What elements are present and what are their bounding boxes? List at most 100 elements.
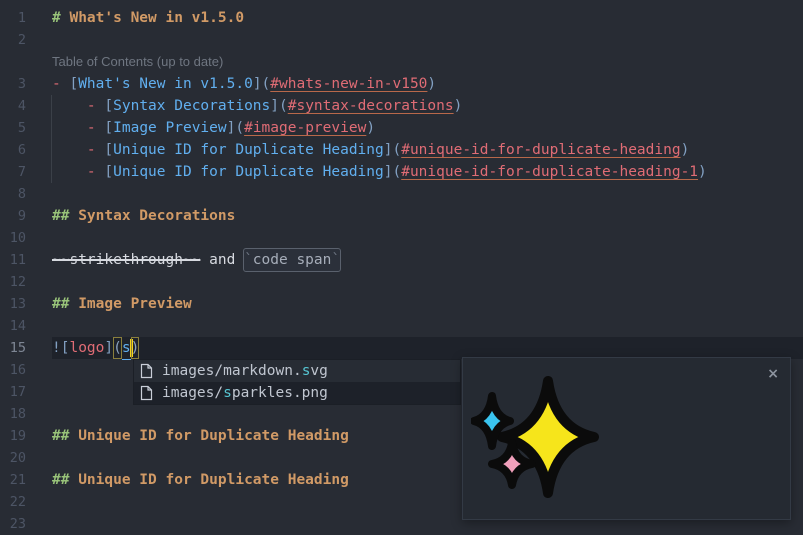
editor-line: 10 bbox=[0, 227, 803, 249]
code-token: - bbox=[52, 73, 69, 95]
editor-line: 7 - [Unique ID for Duplicate Heading](#u… bbox=[0, 161, 803, 183]
line-content bbox=[52, 183, 803, 205]
suggest-item-label: images/sparkles.png bbox=[162, 382, 328, 404]
line-content: # What's New in v1.5.0 bbox=[52, 7, 803, 29]
markdown-editor[interactable]: 1 # What's New in v1.5.0 2 Table of Content… bbox=[0, 0, 803, 535]
line-number: 18 bbox=[0, 403, 26, 425]
code-token: code span bbox=[253, 252, 332, 268]
code-token: ]( bbox=[384, 161, 401, 183]
code-token: What's New in v1.5.0 bbox=[78, 73, 253, 95]
code-token: #whats-new-in-v150 bbox=[270, 73, 427, 95]
code-token: ] bbox=[104, 337, 113, 359]
code-token: What's New in v1.5.0 bbox=[69, 7, 244, 29]
line-content: - [Unique ID for Duplicate Heading](#uni… bbox=[52, 161, 803, 183]
code-token: Syntax Decorations bbox=[78, 205, 235, 227]
line-content: Table of Contents (up to date) bbox=[52, 51, 803, 73]
code-token: #syntax-decorations bbox=[288, 95, 454, 117]
line-number: 23 bbox=[0, 513, 26, 535]
code-token: Image Preview bbox=[113, 117, 227, 139]
code-token: #image-preview bbox=[244, 117, 366, 139]
code-token: #unique-id-for-duplicate-heading bbox=[401, 139, 680, 161]
editor-line: 1 # What's New in v1.5.0 bbox=[0, 7, 803, 29]
code-token: ) bbox=[366, 117, 375, 139]
code-token: ]( bbox=[253, 73, 270, 95]
suggest-item[interactable]: images/sparkles.png bbox=[134, 382, 460, 404]
line-content bbox=[52, 227, 803, 249]
code-token: ## bbox=[52, 205, 78, 227]
code-token: ) bbox=[698, 161, 707, 183]
line-number: 14 bbox=[0, 315, 26, 337]
code-token: ## bbox=[52, 425, 78, 447]
line-number: 12 bbox=[0, 271, 26, 293]
code-token: Unique ID for Duplicate Heading bbox=[113, 139, 384, 161]
suggest-item[interactable]: images/markdown.svg bbox=[134, 360, 460, 382]
code-token: ]( bbox=[384, 139, 401, 161]
indent-guide bbox=[51, 139, 52, 161]
code-token: - bbox=[87, 117, 104, 139]
code-token: Image Preview bbox=[78, 293, 192, 315]
line-content: ## Image Preview bbox=[52, 293, 803, 315]
line-number: 8 bbox=[0, 183, 26, 205]
line-content: ![logo](s) bbox=[52, 337, 803, 359]
line-number: 16 bbox=[0, 359, 26, 381]
code-token bbox=[52, 161, 87, 183]
code-token: ## bbox=[52, 469, 78, 491]
table-of-contents-codelens[interactable]: Table of Contents (up to date) bbox=[52, 51, 223, 73]
code-token: ) bbox=[681, 139, 690, 161]
line-content: - [Syntax Decorations](#syntax-decoratio… bbox=[52, 95, 803, 117]
code-token: [ bbox=[104, 95, 113, 117]
code-token: [ bbox=[104, 139, 113, 161]
code-token: ) bbox=[131, 337, 140, 359]
code-token: ` bbox=[244, 252, 253, 268]
line-number: 10 bbox=[0, 227, 26, 249]
editor-line: 15 ![logo](s) bbox=[0, 337, 803, 359]
code-token: logo bbox=[69, 337, 104, 359]
line-content: ~~strikethrough~~ and `code span` bbox=[52, 249, 803, 271]
indent-guide bbox=[51, 117, 52, 139]
code-token: ` bbox=[331, 252, 340, 268]
code-token: Syntax Decorations bbox=[113, 95, 270, 117]
line-number: 15 bbox=[0, 337, 26, 359]
line-number: 21 bbox=[0, 469, 26, 491]
code-token: ( bbox=[113, 337, 122, 359]
code-token: [ bbox=[104, 117, 113, 139]
file-icon bbox=[140, 363, 154, 379]
editor-line: 9 ## Syntax Decorations bbox=[0, 205, 803, 227]
line-number: 2 bbox=[0, 29, 26, 51]
line-number: 4 bbox=[0, 95, 26, 117]
code-token: ![ bbox=[52, 337, 69, 359]
code-token: ) bbox=[427, 73, 436, 95]
image-preview-panel: × bbox=[462, 357, 791, 520]
editor-line: 13 ## Image Preview bbox=[0, 293, 803, 315]
code-span-box: `code span` bbox=[243, 248, 341, 272]
close-icon[interactable]: × bbox=[767, 363, 779, 385]
line-content: - [Image Preview](#image-preview) bbox=[52, 117, 803, 139]
codelens-row: Table of Contents (up to date) bbox=[0, 51, 803, 73]
line-number: 5 bbox=[0, 117, 26, 139]
code-token: ## bbox=[52, 293, 78, 315]
code-token: [ bbox=[104, 161, 113, 183]
line-number: 17 bbox=[0, 381, 26, 403]
code-token bbox=[52, 95, 87, 117]
editor-line: 5 - [Image Preview](#image-preview) bbox=[0, 117, 803, 139]
line-content: - [Unique ID for Duplicate Heading](#uni… bbox=[52, 139, 803, 161]
line-number: 13 bbox=[0, 293, 26, 315]
code-token: Unique ID for Duplicate Heading bbox=[113, 161, 384, 183]
code-token: ~~strikethrough~~ bbox=[52, 249, 200, 271]
line-number: 7 bbox=[0, 161, 26, 183]
line-number: 3 bbox=[0, 73, 26, 95]
editor-line: 14 bbox=[0, 315, 803, 337]
code-token: - bbox=[87, 161, 104, 183]
code-token: #unique-id-for-duplicate-heading-1 bbox=[401, 161, 698, 183]
suggest-item-label: images/markdown.svg bbox=[162, 360, 328, 382]
editor-line: 11~~strikethrough~~ and `code span` bbox=[0, 249, 803, 271]
code-token: Unique ID for Duplicate Heading bbox=[78, 469, 349, 491]
editor-line: 4 - [Syntax Decorations](#syntax-decorat… bbox=[0, 95, 803, 117]
line-number: 9 bbox=[0, 205, 26, 227]
editor-line: 6 - [Unique ID for Duplicate Heading](#u… bbox=[0, 139, 803, 161]
editor-line: 12 bbox=[0, 271, 803, 293]
line-number: 1 bbox=[0, 7, 26, 29]
code-token: [ bbox=[69, 73, 78, 95]
code-token: - bbox=[87, 139, 104, 161]
line-content bbox=[52, 271, 803, 293]
